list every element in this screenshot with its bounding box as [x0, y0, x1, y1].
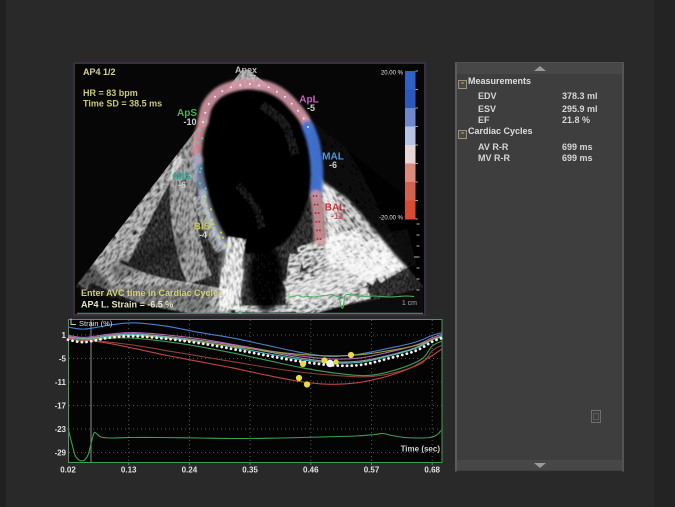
svg-text:0.35: 0.35 [242, 466, 258, 475]
svg-text:Time SD = 38.5 ms: Time SD = 38.5 ms [83, 99, 162, 109]
svg-text:0.57: 0.57 [364, 466, 380, 475]
svg-text:-6: -6 [329, 160, 337, 170]
svg-text:Enter AVC time in Cardiac Cycl: Enter AVC time in Cardiac Cycles. [81, 288, 226, 298]
svg-text:1: 1 [62, 331, 67, 340]
svg-text:Strain (%): Strain (%) [79, 319, 113, 328]
svg-text:-11: -11 [331, 211, 344, 221]
svg-text:AP4 1/2: AP4 1/2 [83, 67, 116, 77]
svg-text:Time (sec): Time (sec) [401, 445, 441, 454]
svg-text:0.02: 0.02 [60, 466, 76, 475]
svg-text:0.13: 0.13 [121, 466, 137, 475]
svg-text:-17: -17 [55, 401, 67, 410]
svg-text:-10: -10 [183, 117, 196, 127]
svg-text:HR = 83 bpm: HR = 83 bpm [83, 88, 138, 98]
svg-text:-5: -5 [307, 103, 315, 113]
svg-text:-20.00 %: -20.00 % [379, 216, 404, 222]
svg-text:20.00 %: 20.00 % [381, 71, 404, 77]
svg-text:AP4 L. Strain = -6.5 %: AP4 L. Strain = -6.5 % [81, 300, 173, 310]
svg-text:0.46: 0.46 [303, 466, 319, 475]
svg-text:0.68: 0.68 [424, 466, 440, 475]
svg-text:-4: -4 [199, 230, 207, 240]
svg-text:0.24: 0.24 [182, 466, 198, 475]
svg-text:-23: -23 [55, 425, 67, 434]
svg-text:-6: -6 [178, 180, 186, 190]
svg-text:1 cm: 1 cm [402, 300, 417, 307]
svg-text:-29: -29 [55, 448, 67, 457]
svg-text:-11: -11 [55, 378, 67, 387]
svg-text:-5: -5 [59, 354, 67, 363]
svg-text:-7: -7 [248, 74, 256, 84]
